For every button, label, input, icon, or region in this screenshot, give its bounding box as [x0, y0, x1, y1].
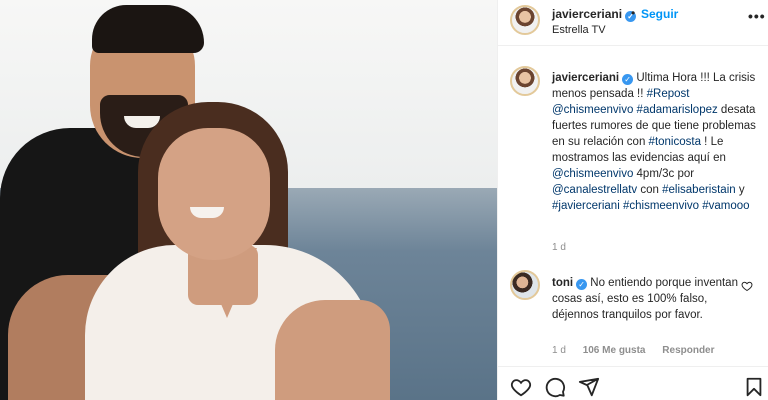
caption-tag-link[interactable]: @canalestrellatv — [552, 184, 637, 196]
caption-tag-link[interactable]: #chismeenvivo — [623, 200, 699, 212]
photo-man-hair — [92, 5, 204, 53]
post-photo[interactable] — [0, 0, 497, 400]
caption-tag-link[interactable]: @chismeenvivo — [552, 104, 633, 116]
follow-button[interactable]: Seguir — [641, 7, 678, 21]
post-location[interactable]: Estrella TV — [552, 24, 606, 36]
author-username[interactable]: javierceriani — [552, 7, 622, 21]
caption-body: Ultima Hora !!! La crisis menos pensada … — [552, 72, 756, 212]
caption-text-fragment: 4pm/3c por — [633, 168, 695, 180]
photo-woman-arm — [275, 300, 390, 400]
comment-meta: 1 d 106 Me gusta Responder — [552, 345, 729, 356]
comment-likes[interactable]: 106 Me gusta — [583, 345, 646, 356]
heart-icon[interactable] — [510, 376, 532, 398]
caption-tag-link[interactable]: #vamooo — [702, 200, 749, 212]
caption-tag-link[interactable]: #tonicosta — [649, 136, 701, 148]
bookmark-icon[interactable] — [743, 376, 765, 398]
caption-tag-link[interactable]: #adamarislopez — [637, 104, 718, 116]
caption-tag-link[interactable]: #javierceriani — [552, 200, 620, 212]
caption-username[interactable]: javierceriani — [552, 72, 619, 84]
caption-text-fragment: y — [735, 184, 745, 196]
commenter-username[interactable]: toni — [552, 277, 573, 289]
comment-heart-icon[interactable] — [741, 280, 753, 292]
header-separator: • — [631, 6, 636, 20]
author-avatar[interactable] — [510, 5, 540, 35]
verified-badge-icon: ✓ — [576, 279, 588, 290]
post-header: javierceriani ✓ • Seguir Estrella TV ••• — [498, 0, 768, 46]
caption-text: javierceriani ✓ Ultima Hora !!! La crisis… — [552, 70, 760, 214]
caption-tag-link[interactable]: #Repost — [647, 88, 690, 100]
comment-icon[interactable] — [544, 376, 566, 398]
caption-age[interactable]: 1 d — [552, 242, 566, 253]
caption-tag-link[interactable]: #elisaberistain — [662, 184, 736, 196]
commenter-avatar[interactable] — [510, 270, 540, 300]
comment-age[interactable]: 1 d — [552, 345, 566, 356]
photo-woman-face — [158, 128, 270, 260]
post-side-panel: javierceriani ✓ • Seguir Estrella TV ••• … — [497, 0, 768, 400]
caption-author-avatar[interactable] — [510, 66, 540, 96]
caption-text-fragment: con — [637, 184, 663, 196]
post-actions-bar — [498, 366, 768, 400]
comment-text: toni ✓ No entiendo porque inventan cosas … — [552, 275, 738, 323]
share-icon[interactable] — [578, 376, 600, 398]
caption-tag-link[interactable]: @chismeenvivo — [552, 168, 633, 180]
more-options-icon[interactable]: ••• — [748, 8, 766, 24]
author-username-group[interactable]: javierceriani ✓ — [552, 7, 637, 22]
reply-button[interactable]: Responder — [662, 345, 714, 356]
verified-badge-icon: ✓ — [622, 74, 634, 85]
